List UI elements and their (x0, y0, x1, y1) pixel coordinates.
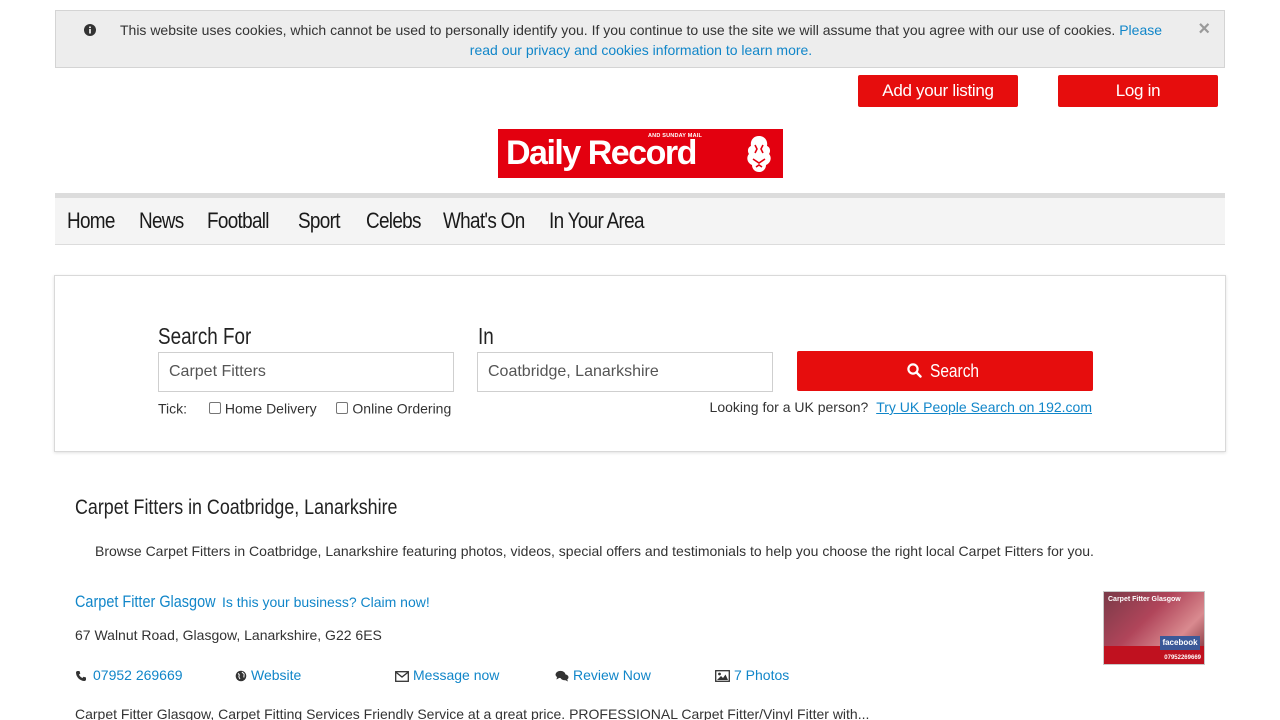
uk-people-search-link[interactable]: Try UK People Search on 192.com (876, 399, 1092, 415)
facebook-badge: facebook (1160, 636, 1200, 650)
picture-icon (715, 670, 730, 683)
listing-thumbnail[interactable]: Carpet Fitter Glasgow facebook 079522696… (1103, 591, 1205, 665)
info-icon (84, 23, 96, 41)
in-label: In (478, 323, 494, 349)
home-delivery-checkbox[interactable] (208, 402, 221, 415)
website-label: Website (251, 667, 302, 683)
envelope-icon (395, 670, 409, 682)
main-nav: Home News Football Sport Celebs What's O… (55, 193, 1225, 245)
cookie-text: This website uses cookies, which cannot … (119, 22, 1116, 38)
home-delivery-label[interactable]: Home Delivery (225, 400, 317, 416)
listing-snippet: Carpet Fitter Glasgow, Carpet Fitting Se… (75, 706, 870, 720)
search-for-label: Search For (158, 323, 252, 349)
nav-item-news[interactable]: News (139, 208, 184, 234)
online-ordering-checkbox[interactable] (336, 402, 349, 415)
search-button-label: Search (929, 361, 980, 381)
uk-person-text: Looking for a UK person? (709, 399, 869, 415)
uk-people-search: Looking for a UK person? Try UK People S… (710, 399, 1092, 415)
add-listing-button[interactable]: Add your listing (858, 75, 1018, 107)
nav-item-in-your-area[interactable]: In Your Area (549, 208, 645, 234)
tick-options: Tick: Home Delivery Online Ordering (158, 399, 451, 416)
nav-item-whats-on[interactable]: What's On (443, 208, 525, 234)
listing-name[interactable]: Carpet Fitter Glasgow (75, 592, 216, 612)
close-icon[interactable]: × (1198, 19, 1210, 39)
results-title: Carpet Fitters in Coatbridge, Lanarkshir… (75, 496, 398, 519)
review-link[interactable]: Review Now (555, 667, 651, 683)
location-input[interactable]: Coatbridge, Lanarkshire (477, 352, 773, 392)
cookie-banner: This website uses cookies, which cannot … (55, 10, 1225, 68)
listing-address: 67 Walnut Road, Glasgow, Lanarkshire, G2… (75, 627, 382, 643)
photos-label: 7 Photos (734, 667, 790, 683)
message-label: Message now (413, 667, 500, 683)
nav-item-home[interactable]: Home (67, 208, 115, 234)
results-description: Browse Carpet Fitters in Coatbridge, Lan… (95, 543, 1094, 559)
globe-icon (235, 670, 247, 682)
cookie-message: This website uses cookies, which cannot … (111, 20, 1171, 60)
message-link[interactable]: Message now (395, 667, 499, 683)
login-button[interactable]: Log in (1058, 75, 1218, 107)
online-ordering-label[interactable]: Online Ordering (352, 400, 451, 416)
thumbnail-phone: 07952269669 (1164, 655, 1201, 661)
nav-item-celebs[interactable]: Celebs (366, 208, 421, 234)
daily-record-logo[interactable]: Daily Record AND SUNDAY MAIL (498, 129, 783, 178)
logo-subtext: AND SUNDAY MAIL (648, 133, 703, 139)
lion-crest-icon (743, 133, 775, 180)
claim-business-link[interactable]: Is this your business? Claim now! (222, 594, 430, 610)
comments-icon (555, 670, 569, 682)
review-label: Review Now (573, 667, 651, 683)
phone-icon (75, 670, 87, 682)
photos-link[interactable]: 7 Photos (715, 667, 789, 683)
search-for-input[interactable]: Carpet Fitters (158, 352, 454, 392)
phone-number: 07952 269669 (93, 667, 183, 683)
search-button[interactable]: Search (797, 351, 1093, 391)
search-icon (907, 352, 922, 392)
tick-label: Tick: (158, 400, 188, 417)
thumbnail-title: Carpet Fitter Glasgow (1108, 596, 1181, 603)
nav-item-football[interactable]: Football (207, 208, 269, 234)
phone-link[interactable]: 07952 269669 (75, 667, 183, 683)
website-link[interactable]: Website (235, 667, 301, 683)
search-panel: Search For Carpet Fitters In Coatbridge,… (54, 275, 1226, 452)
nav-item-sport[interactable]: Sport (298, 208, 340, 234)
